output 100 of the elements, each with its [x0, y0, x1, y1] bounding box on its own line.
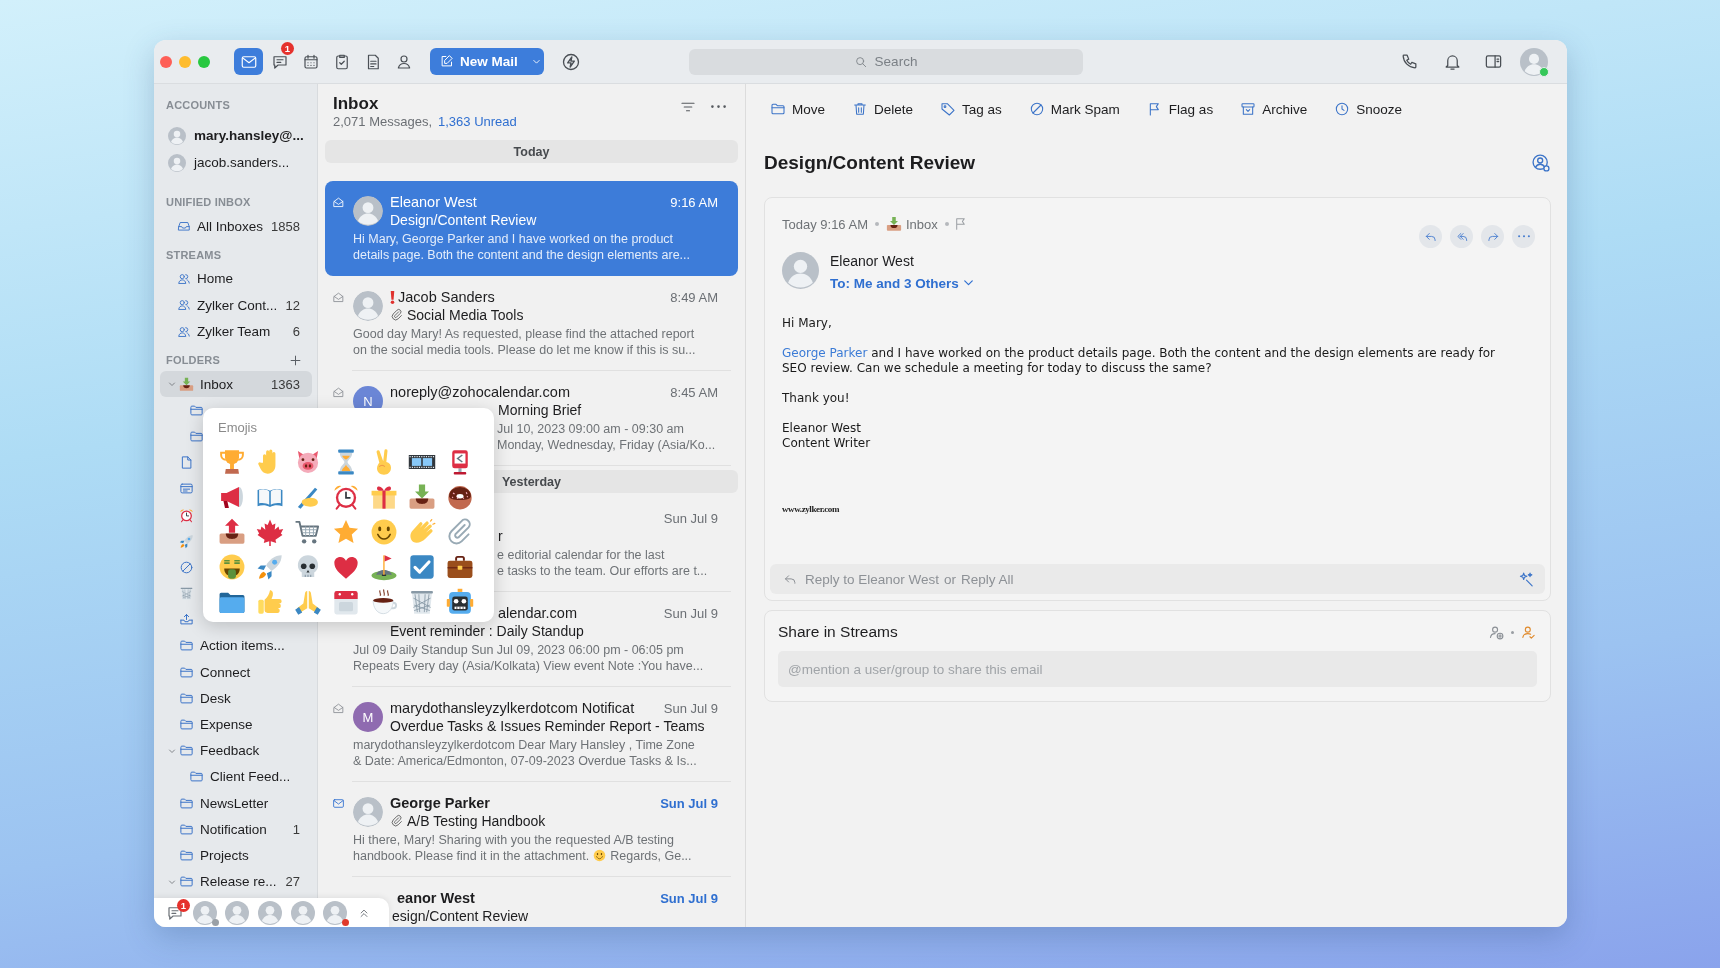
tag-button[interactable]: Tag as	[940, 101, 1002, 117]
folder-item[interactable]: Desk	[160, 685, 312, 712]
folder-item[interactable]: Notification 1	[160, 816, 312, 843]
inbox-tray-icon[interactable]	[408, 483, 436, 511]
stream-item[interactable]: Zylker Team 6	[160, 318, 312, 345]
message-item[interactable]: alendar.com Sun Jul 9 Event reminder : Daily Standup Jul 09 Daily Standup Sun Jul 09, 2023 06:00 pm - 06:05 pm Repeats Every day (Asia/Kolkata) View event Note :You have...	[325, 592, 738, 687]
alarm-clock-icon[interactable]	[332, 483, 360, 511]
stream-item[interactable]: Zylker Cont... 12	[160, 292, 312, 319]
template-icon	[179, 481, 194, 497]
contact-share-icon[interactable]	[1531, 153, 1551, 173]
paperclip-icon[interactable]	[446, 518, 474, 546]
close-window-icon[interactable]	[160, 55, 172, 68]
magic-wand-icon[interactable]	[1518, 570, 1535, 588]
delete-button[interactable]: Delete	[852, 101, 914, 117]
check-box-icon[interactable]	[408, 553, 436, 581]
trophy-icon[interactable]	[218, 448, 246, 476]
calendar-icon	[301, 52, 320, 71]
outbox-tray-icon	[179, 612, 194, 628]
money-face-icon[interactable]	[218, 553, 246, 581]
avatar-icon	[168, 126, 186, 145]
thumbs-up-icon[interactable]	[256, 588, 284, 616]
unread-count-link[interactable]: 1,363 Unread	[438, 114, 517, 129]
folder-label[interactable]: Inbox	[906, 216, 938, 232]
share-title: Share in Streams	[778, 623, 898, 641]
reply-button[interactable]	[1419, 225, 1442, 248]
flag-button[interactable]: Flag as	[1146, 101, 1214, 117]
folder-item[interactable]: Projects	[160, 842, 312, 869]
bell-icon[interactable]	[1443, 52, 1462, 71]
recipients-toggle[interactable]: To: Me and 3 Others	[830, 274, 973, 292]
folder-icon	[179, 847, 194, 863]
message-preview: e editorial calendar for the last e tasks to the team. Our efforts are t...	[497, 547, 708, 579]
more-icon[interactable]	[711, 105, 726, 109]
sender-name: Eleanor West	[390, 194, 477, 210]
flag-icon[interactable]	[955, 218, 965, 230]
avatar-icon[interactable]	[323, 900, 348, 925]
forward-button[interactable]	[1481, 225, 1504, 248]
open-envelope-icon[interactable]	[332, 290, 345, 304]
item-count: 1363	[271, 376, 300, 392]
account-item[interactable]: mary.hansley@...	[160, 122, 312, 149]
split-panel-icon[interactable]	[1484, 52, 1503, 71]
rocket-icon[interactable]	[256, 553, 284, 581]
open-envelope-icon[interactable]	[332, 195, 345, 209]
folder-icon	[179, 690, 194, 706]
robot-icon[interactable]	[446, 588, 474, 616]
new-mail-button[interactable]: New Mail	[430, 48, 544, 75]
open-envelope-icon[interactable]	[332, 385, 345, 399]
section-header: STREAMS	[166, 248, 222, 261]
folder-item[interactable]: Client Feed...	[160, 763, 312, 790]
item-count: 27	[285, 874, 300, 890]
picker-title: Emojis	[218, 420, 257, 436]
mark-spam-button[interactable]: Mark Spam	[1028, 101, 1120, 117]
mention-field[interactable]: @mention a user/group to share this email	[778, 651, 1537, 687]
folder-item[interactable]: Connect	[160, 659, 312, 686]
folder-item[interactable]: Feedback	[160, 737, 312, 764]
smiley-icon[interactable]	[370, 518, 398, 546]
message-item[interactable]: Sun Jul 9 r e editorial calendar for the last e tasks to the team. Our efforts are t...	[325, 497, 738, 592]
folder-item[interactable]: NewsLetter	[160, 790, 312, 817]
phone-icon[interactable]	[1400, 52, 1419, 71]
message-item[interactable]: Jacob Sanders 8:49 AM Social Media Tools Good day Mary! As requested, please find the attached report on the social media tools. Please do let me know if this is su...	[325, 276, 738, 371]
message-item[interactable]: Eleanor West 9:16 AM Design/Content Review Hi Mary, George Parker and I have worked on the product details page. Both the content and the design elements are...	[325, 181, 738, 276]
mail-app-button[interactable]	[234, 48, 263, 75]
item-count: 1858	[271, 218, 300, 234]
wastebasket-icon[interactable]	[408, 588, 436, 616]
avatar-icon[interactable]	[192, 900, 217, 925]
separator-dot-icon	[1511, 630, 1514, 634]
sender-name: marydothansleyzylkerdotcom Notificat	[390, 700, 635, 716]
sender-name: George Parker	[390, 795, 490, 811]
folder-item[interactable]: Expense	[160, 711, 312, 738]
search-field[interactable]: Search	[689, 48, 1083, 75]
folder-item[interactable]: Action items...	[160, 632, 312, 660]
mention-link[interactable]: George Parker	[782, 346, 868, 360]
message-item[interactable]: George Parker Sun Jul 9 A/B Testing Handbook Hi there, Mary! Sharing with you the requested A/B testing handbook. Please find it in the attachment. Regards, Ge...	[325, 782, 738, 877]
lightning-icon[interactable]	[561, 51, 581, 72]
message-preview: Hi Mary, George Parker and I have worked on the product details page. Both the content and the design elements are...	[353, 232, 691, 262]
folder-item[interactable]: Inbox 1363	[160, 371, 312, 398]
stream-item[interactable]: Home	[160, 265, 312, 292]
golf-flag-icon[interactable]	[370, 553, 398, 581]
compose-icon	[439, 54, 454, 69]
folder-item[interactable]: Release re... 27	[160, 868, 312, 895]
calendar-icon[interactable]	[332, 588, 360, 616]
snooze-button[interactable]: Snooze	[1334, 101, 1402, 117]
chevron-down-icon	[963, 280, 973, 286]
hot-drink-icon[interactable]	[370, 588, 398, 616]
open-envelope-icon[interactable]	[332, 701, 345, 715]
message-time: Sun Jul 9	[659, 890, 718, 906]
shopping-cart-icon[interactable]	[294, 518, 322, 546]
outbox-tray-icon[interactable]	[218, 518, 246, 546]
archive-button[interactable]: Archive	[1240, 101, 1308, 117]
account-item[interactable]: jacob.sanders...	[160, 149, 312, 176]
doughnut-icon[interactable]	[446, 483, 474, 511]
maple-leaf-icon[interactable]	[256, 518, 284, 546]
briefcase-icon[interactable]	[446, 553, 474, 581]
envelope-icon[interactable]	[332, 796, 345, 810]
add-icon[interactable]	[288, 352, 303, 368]
unified-inbox-item[interactable]: All Inboxes 1858	[160, 213, 312, 240]
move-button[interactable]: Move	[770, 101, 825, 117]
reply-all-button[interactable]	[1450, 225, 1473, 248]
notification-badge: 1	[177, 898, 190, 912]
avatar-icon[interactable]	[1520, 47, 1548, 76]
item-count: 1	[292, 821, 300, 837]
